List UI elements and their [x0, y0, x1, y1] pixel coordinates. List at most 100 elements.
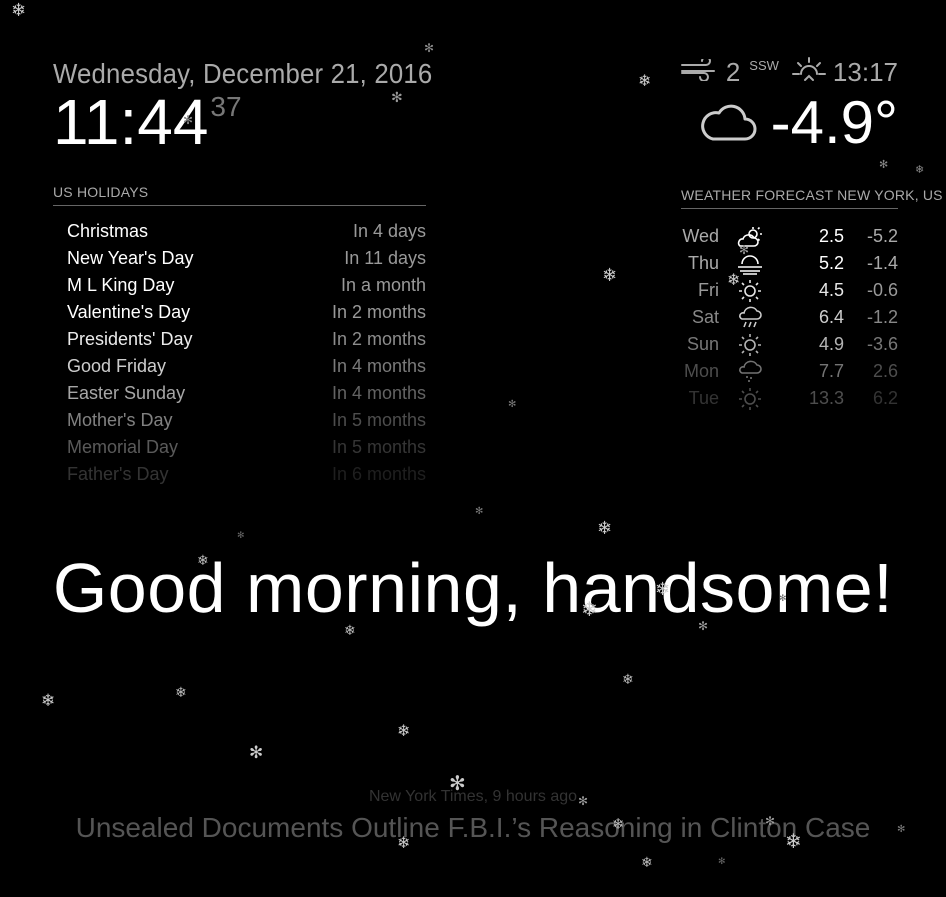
- sunset-time: 13:17: [832, 57, 898, 87]
- sunrise-icon: [791, 56, 827, 89]
- snowflake-icon: ✻: [879, 159, 889, 171]
- cloudy-icon: [699, 99, 757, 148]
- news-source: New York Times, 9 hours ago: [368, 788, 578, 805]
- snowflake-icon: ❄: [727, 272, 741, 289]
- snowflake-icon: ❄: [175, 684, 187, 700]
- snowflake-icon: ❄: [641, 854, 653, 870]
- forecast-day: Wed: [682, 226, 719, 246]
- forecast-min: -5.2: [866, 226, 898, 246]
- holiday-row: Father's Day In 6 months: [67, 461, 426, 488]
- holiday-name: Presidents' Day: [67, 329, 193, 349]
- partly-cloudy-icon: [719, 226, 781, 248]
- snowflake-icon: ✻: [718, 856, 726, 866]
- snowflake-icon: ✻: [183, 113, 194, 127]
- snowflake-icon: ❄: [397, 835, 411, 852]
- forecast-max: 2.5: [818, 226, 844, 246]
- snowflake-icon: ✻: [739, 243, 750, 257]
- holiday-name: New Year's Day: [67, 248, 194, 268]
- holiday-when: In 6 months: [331, 464, 426, 484]
- holiday-row: Valentine's Day In 2 months: [67, 299, 426, 326]
- forecast-row: Wed 2.5 -5.2: [681, 223, 898, 250]
- forecast-row: Sat 6.4 -1.2: [681, 304, 898, 331]
- holiday-row: Mother's Day In 5 months: [67, 407, 426, 434]
- holiday-name: Memorial Day: [67, 437, 179, 457]
- snowflake-icon: ✻: [897, 824, 906, 835]
- holiday-row: M L King Day In a month: [67, 272, 426, 299]
- holiday-name: M L King Day: [67, 275, 175, 295]
- snowflake-icon: ✻: [765, 814, 776, 828]
- clock-time: 11:44 37: [53, 90, 465, 154]
- snowflake-icon: ❄: [785, 831, 802, 853]
- holiday-row: Good Friday In 4 months: [67, 353, 426, 380]
- forecast-day: Fri: [698, 280, 719, 300]
- forecast-row: Thu 5.2 -1.4: [681, 250, 898, 277]
- forecast-row: Tue 13.3 6.2: [681, 385, 898, 412]
- snowflake-icon: ❄: [11, 0, 27, 20]
- snowflake-icon: ❄: [581, 599, 598, 621]
- forecast-day: Sat: [691, 307, 719, 327]
- forecast-row: Sun 4.9 -3.6: [681, 331, 898, 358]
- forecast-row: Mon 7.7 2.6: [681, 358, 898, 385]
- holiday-name: Father's Day: [67, 464, 169, 484]
- newsfeed-module: New York Times, 9 hours ago Unsealed Doc…: [0, 788, 946, 844]
- snowflake-icon: ❄: [41, 691, 56, 710]
- wind-icon: [680, 56, 720, 88]
- forecast-day: Tue: [688, 388, 719, 408]
- forecast-min: -1.4: [866, 253, 898, 273]
- holiday-when: In 11 days: [344, 248, 426, 268]
- current-weather-module: 2 SSW 13:17 -4.9°: [680, 56, 898, 155]
- forecast-max: 4.9: [818, 334, 844, 354]
- holiday-name: Christmas: [67, 221, 149, 241]
- snowflake-icon: ❄: [638, 73, 652, 90]
- holiday-when: In 5 months: [331, 410, 426, 430]
- wind-direction: SSW: [749, 58, 779, 73]
- holiday-row: Presidents' Day In 2 months: [67, 326, 426, 353]
- forecast-day: Mon: [683, 361, 719, 381]
- holiday-when: In 4 months: [331, 356, 426, 376]
- holiday-when: In 4 months: [331, 383, 426, 403]
- forecast-min: 6.2: [872, 388, 898, 408]
- current-temperature: -4.9°: [770, 89, 898, 156]
- forecast-min: 2.6: [872, 361, 898, 381]
- forecast-day: Thu: [687, 253, 719, 273]
- snowflake-icon: ❄: [397, 723, 411, 740]
- forecast-min: -3.6: [866, 334, 898, 354]
- snowflake-icon: ✻: [779, 593, 787, 603]
- snowflake-icon: ✻: [475, 506, 484, 517]
- snowflake-icon: ✻: [449, 773, 466, 795]
- forecast-max: 6.4: [818, 307, 844, 327]
- holidays-module: US HOLIDAYS Christmas In 4 days New Year'…: [53, 184, 426, 488]
- holiday-row: Easter Sunday In 4 months: [67, 380, 426, 407]
- holiday-name: Good Friday: [67, 356, 167, 376]
- forecast-max: 4.5: [818, 280, 844, 300]
- snowflake-icon: ❄: [622, 671, 634, 687]
- forecast-max: 5.2: [818, 253, 844, 273]
- forecast-min: -1.2: [866, 307, 898, 327]
- clock-module: Wednesday, December 21, 2016 11:44 37: [53, 58, 465, 154]
- holiday-when: In 2 months: [331, 302, 426, 322]
- mirror-screen: Wednesday, December 21, 2016 11:44 37 US…: [0, 0, 946, 897]
- snowflake-icon: ❄: [612, 816, 625, 833]
- snowflake-icon: ❄: [197, 552, 209, 568]
- forecast-min: -0.6: [866, 280, 898, 300]
- snowflake-icon: ✻: [424, 41, 435, 55]
- news-headline: Unsealed Documents Outline F.B.I.’s Reas…: [75, 812, 871, 843]
- holiday-name: Mother's Day: [67, 410, 173, 430]
- current-weather-wind-sun: 2 SSW 13:17: [680, 56, 898, 89]
- holiday-row: New Year's Day In 11 days: [67, 245, 426, 272]
- forecast-max: 13.3: [808, 388, 844, 408]
- showers-icon: [719, 360, 781, 384]
- forecast-row: Fri 4.5 -0.6: [681, 277, 898, 304]
- wind-speed: 2: [725, 57, 741, 87]
- holiday-when: In a month: [340, 275, 426, 295]
- holiday-row: Christmas In 4 days: [67, 218, 426, 245]
- snowflake-icon: ✻: [249, 743, 264, 762]
- holiday-name: Valentine's Day: [67, 302, 191, 322]
- forecast-max: 7.7: [818, 361, 844, 381]
- holiday-when: In 5 months: [331, 437, 426, 457]
- current-weather-main: -4.9°: [680, 91, 898, 155]
- snowflake-icon: ✻: [237, 530, 245, 540]
- holiday-when: In 2 months: [331, 329, 426, 349]
- rain-icon: [719, 306, 781, 330]
- forecast-module: WEATHER FORECAST NEW YORK, US Wed 2.5 -5…: [681, 187, 943, 412]
